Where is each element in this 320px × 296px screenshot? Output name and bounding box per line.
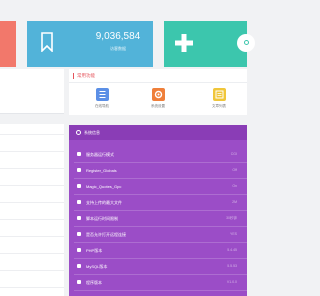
list-divider (0, 253, 64, 254)
quotes-icon (77, 184, 81, 188)
row-value: V1.0.0 (226, 280, 237, 284)
common-functions-panel: 常用功能 在线导航 系统设置 文章列表 (69, 69, 247, 115)
panel-header: 系统信息 (69, 125, 247, 140)
row-value: 5.5.53 (227, 264, 237, 268)
function-system-settings[interactable]: 系统设置 (145, 88, 171, 109)
function-label: 系统设置 (151, 104, 165, 108)
list-divider (0, 219, 64, 220)
panel-title-text: 系统信息 (84, 130, 100, 135)
link-icon (77, 232, 81, 236)
gear-icon (151, 88, 165, 101)
mode-icon (77, 152, 81, 156)
visitor-label: 访客数据 (110, 46, 126, 51)
stat-card-red (0, 21, 16, 67)
list-divider (0, 287, 64, 288)
system-row: 服务器运行模式 CGI (74, 147, 247, 163)
panel-title: 系统信息 (76, 129, 100, 136)
row-label: 支持上传的最大文件 (86, 200, 122, 205)
list-divider (0, 134, 64, 135)
visitor-count: 9,036,584 (95, 31, 141, 42)
upload-icon (77, 200, 81, 204)
stat-card-add[interactable] (164, 21, 255, 67)
user-icon (77, 168, 81, 172)
row-label: Register_Globals (86, 168, 117, 173)
database-icon (77, 264, 81, 268)
left-panel-list (0, 124, 64, 296)
row-label: 服务器运行模式 (86, 152, 114, 157)
list-icon (212, 88, 226, 101)
row-label: 脚本运行时间限制 (86, 216, 118, 221)
row-value: YES (229, 232, 237, 236)
list-divider (0, 151, 64, 152)
function-article-list[interactable]: 文章列表 (206, 88, 232, 109)
row-value: 5.4.45 (227, 248, 237, 252)
system-row: Register_Globals Off (74, 163, 247, 179)
info-icon (237, 34, 255, 52)
system-row: MySQL版本 5.5.53 (74, 259, 247, 275)
system-row: 程序版本 V1.0.0 (74, 275, 247, 291)
info-icon (76, 130, 81, 136)
system-row: 脚本运行时间限制 30秒钟 (74, 211, 247, 227)
function-label: 文章列表 (212, 104, 226, 108)
row-label: 是否允许打开远程连接 (86, 232, 126, 237)
system-info-panel: 系统信息 服务器运行模式 CGI Register_Globals Off Ma… (69, 125, 247, 296)
list-divider (0, 202, 64, 203)
row-label: Magic_Quotes_Gpc (86, 184, 122, 189)
document-icon (95, 88, 109, 101)
system-row: PHP版本 5.4.45 (74, 243, 247, 259)
code-icon (77, 216, 81, 220)
list-divider (0, 168, 64, 169)
list-divider (0, 185, 64, 186)
row-label: 程序版本 (86, 280, 102, 285)
program-icon (77, 280, 81, 284)
row-label: MySQL版本 (86, 264, 108, 269)
system-row: Magic_Quotes_Gpc On (74, 179, 247, 195)
plus-icon (174, 33, 194, 58)
panel-title: 常用功能 (73, 73, 95, 79)
row-value: 30秒钟 (226, 216, 237, 220)
list-divider (0, 270, 64, 271)
left-panel-top (0, 69, 64, 114)
row-value: Off (232, 168, 237, 172)
row-value: 2M (232, 200, 237, 204)
bookmark-icon (41, 32, 53, 57)
row-label: PHP版本 (86, 248, 103, 253)
divider (69, 82, 247, 83)
stat-card-visitors: 9,036,584 访客数据 (27, 21, 153, 67)
row-value: On (232, 184, 237, 188)
list-divider (0, 236, 64, 237)
system-row: 是否允许打开远程连接 YES (74, 227, 247, 243)
function-label: 在线导航 (95, 104, 109, 108)
php-icon (77, 248, 81, 252)
system-row: 支持上传的最大文件 2M (74, 195, 247, 211)
row-value: CGI (230, 152, 237, 156)
function-online-nav[interactable]: 在线导航 (89, 88, 115, 109)
